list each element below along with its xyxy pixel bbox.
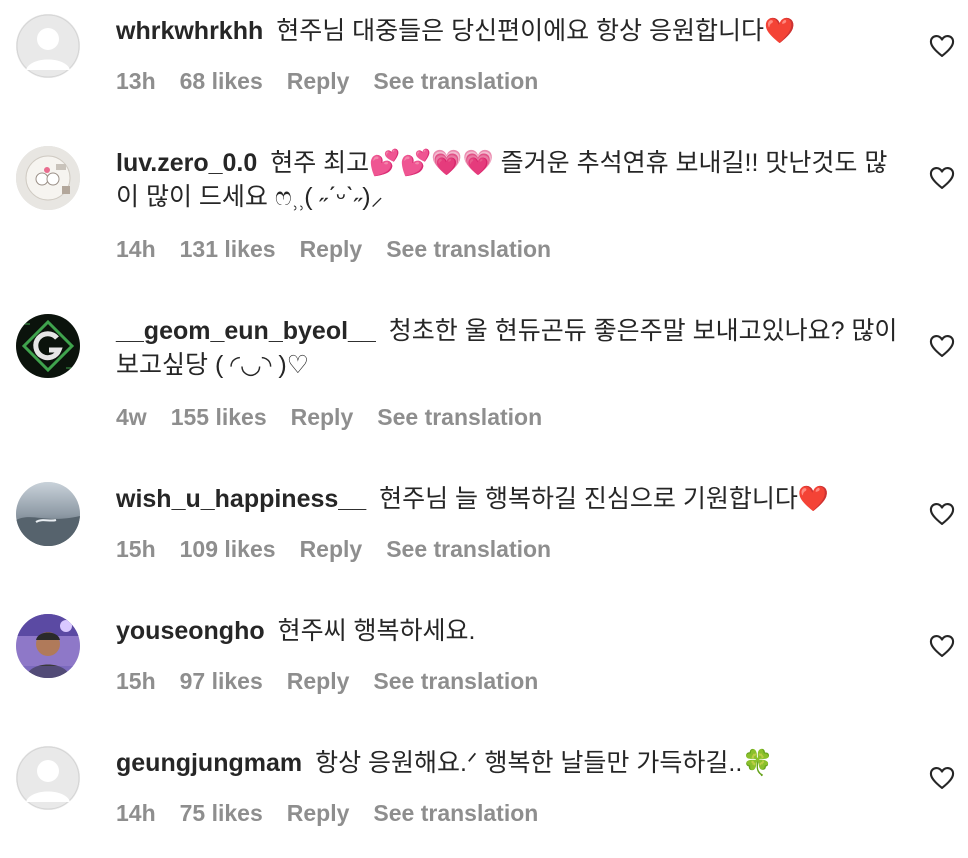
comment-meta: 14h 131 likes Reply See translation (116, 236, 551, 263)
heart-outline-icon[interactable] (928, 764, 956, 792)
comment-likes[interactable]: 131 likes (180, 236, 276, 263)
reply-button[interactable]: Reply (287, 800, 350, 827)
comment-meta: 15h 97 likes Reply See translation (116, 668, 538, 695)
avatar[interactable] (16, 614, 80, 678)
comment-meta: 4w 155 likes Reply See translation (116, 404, 542, 431)
see-translation-button[interactable]: See translation (386, 536, 551, 563)
comment-likes[interactable]: 75 likes (180, 800, 263, 827)
comment-likes[interactable]: 68 likes (180, 68, 263, 95)
heart-outline-icon[interactable] (928, 32, 956, 60)
heart-outline-icon[interactable] (928, 500, 956, 528)
avatar[interactable] (16, 146, 80, 210)
default-avatar-icon (16, 14, 80, 78)
reply-button[interactable]: Reply (291, 404, 354, 431)
comment-body: youseongho 현주씨 행복하세요. (116, 614, 906, 648)
see-translation-button[interactable]: See translation (373, 68, 538, 95)
avatar[interactable] (16, 14, 80, 78)
sticker-avatar-icon (16, 146, 80, 210)
comment-time[interactable]: 14h (116, 236, 156, 263)
heart-outline-icon[interactable] (928, 632, 956, 660)
see-translation-button[interactable]: See translation (386, 236, 551, 263)
comment-body: whrkwhrkhh 현주님 대중들은 당신편이에요 항상 응원합니다❤️ (116, 14, 906, 48)
comment-meta: 13h 68 likes Reply See translation (116, 68, 538, 95)
landscape-avatar-icon (16, 482, 80, 546)
comment-time[interactable]: 15h (116, 536, 156, 563)
comment-text: 현주씨 행복하세요. (277, 617, 476, 645)
comment-text: 항상 응원해요.ᐟ 행복한 날들만 가득하길..🍀 (315, 749, 774, 777)
comment-username[interactable]: luv.zero_0.0 (116, 149, 257, 177)
comment-username[interactable]: wish_u_happiness__ (116, 485, 366, 513)
comment-username[interactable]: youseongho (116, 617, 265, 645)
comment-likes[interactable]: 155 likes (171, 404, 267, 431)
comment-username[interactable]: whrkwhrkhh (116, 17, 263, 45)
photo-avatar-icon (16, 614, 80, 678)
avatar[interactable] (16, 314, 80, 378)
comment-likes[interactable]: 97 likes (180, 668, 263, 695)
comment-likes[interactable]: 109 likes (180, 536, 276, 563)
reply-button[interactable]: Reply (300, 536, 363, 563)
avatar[interactable] (16, 746, 80, 810)
comment-body: geungjungmam 항상 응원해요.ᐟ 행복한 날들만 가득하길..🍀 (116, 746, 906, 780)
reply-button[interactable]: Reply (300, 236, 363, 263)
comment-username[interactable]: __geom_eun_byeol__ (116, 317, 376, 345)
comment-meta: 15h 109 likes Reply See translation (116, 536, 551, 563)
comment-text: 현주님 늘 행복하길 진심으로 기원합니다❤️ (379, 485, 829, 513)
heart-outline-icon[interactable] (928, 332, 956, 360)
comment-username[interactable]: geungjungmam (116, 749, 302, 777)
comment-meta: 14h 75 likes Reply See translation (116, 800, 538, 827)
see-translation-button[interactable]: See translation (377, 404, 542, 431)
avatar[interactable] (16, 482, 80, 546)
comment-body: luv.zero_0.0 현주 최고💕💕💗💗 즐거운 추석연휴 보내길!! 맛난… (116, 146, 906, 214)
comment-time[interactable]: 14h (116, 800, 156, 827)
g-logo-avatar-icon (16, 314, 80, 378)
comment-body: wish_u_happiness__ 현주님 늘 행복하길 진심으로 기원합니다… (116, 482, 906, 516)
comment-time[interactable]: 15h (116, 668, 156, 695)
see-translation-button[interactable]: See translation (373, 800, 538, 827)
reply-button[interactable]: Reply (287, 668, 350, 695)
comment-time[interactable]: 13h (116, 68, 156, 95)
comment-text: 현주님 대중들은 당신편이에요 항상 응원합니다❤️ (276, 17, 796, 45)
reply-button[interactable]: Reply (287, 68, 350, 95)
heart-outline-icon[interactable] (928, 164, 956, 192)
default-avatar-icon (16, 746, 80, 810)
see-translation-button[interactable]: See translation (373, 668, 538, 695)
comment-body: __geom_eun_byeol__ 청초한 울 현듀곤듀 좋은주말 보내고있나… (116, 314, 906, 382)
comment-time[interactable]: 4w (116, 404, 147, 431)
